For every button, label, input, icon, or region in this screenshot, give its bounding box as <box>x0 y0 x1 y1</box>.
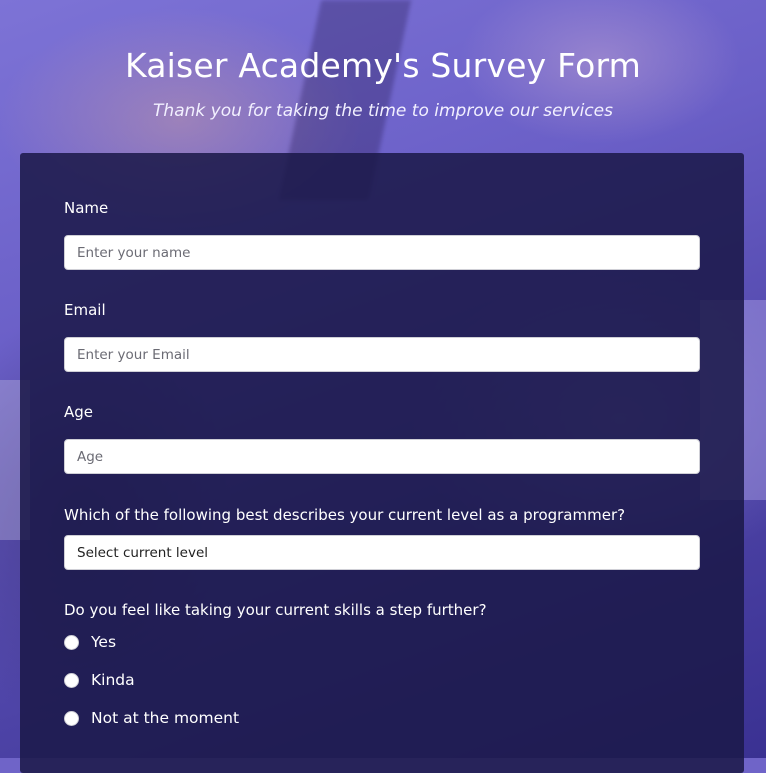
level-select[interactable]: Select current level <box>64 535 700 570</box>
survey-form: Name Email Age Which of the following be… <box>20 153 744 773</box>
page-title: Kaiser Academy's Survey Form <box>124 46 642 85</box>
name-input[interactable] <box>64 235 700 270</box>
name-label: Name <box>64 199 109 217</box>
age-input[interactable] <box>64 439 700 474</box>
radio-label-kinda: Kinda <box>91 671 135 689</box>
level-label: Which of the following best describes yo… <box>64 506 626 524</box>
radio-label-yes: Yes <box>91 633 117 651</box>
page-subtitle: Thank you for taking the time to improve… <box>153 101 613 121</box>
email-label: Email <box>64 301 106 319</box>
email-input[interactable] <box>64 337 700 372</box>
level-select-value: Select current level <box>77 544 209 561</box>
radio-label-not-now: Not at the moment <box>91 709 240 727</box>
radio-option-yes[interactable]: Yes <box>64 633 116 651</box>
further-label: Do you feel like taking your current ski… <box>64 601 487 619</box>
age-label: Age <box>64 403 94 421</box>
radio-option-kinda[interactable]: Kinda <box>64 671 135 689</box>
radio-button[interactable] <box>64 710 79 726</box>
radio-button[interactable] <box>64 634 79 650</box>
radio-option-not-now[interactable]: Not at the moment <box>64 709 239 727</box>
radio-button[interactable] <box>64 672 79 688</box>
